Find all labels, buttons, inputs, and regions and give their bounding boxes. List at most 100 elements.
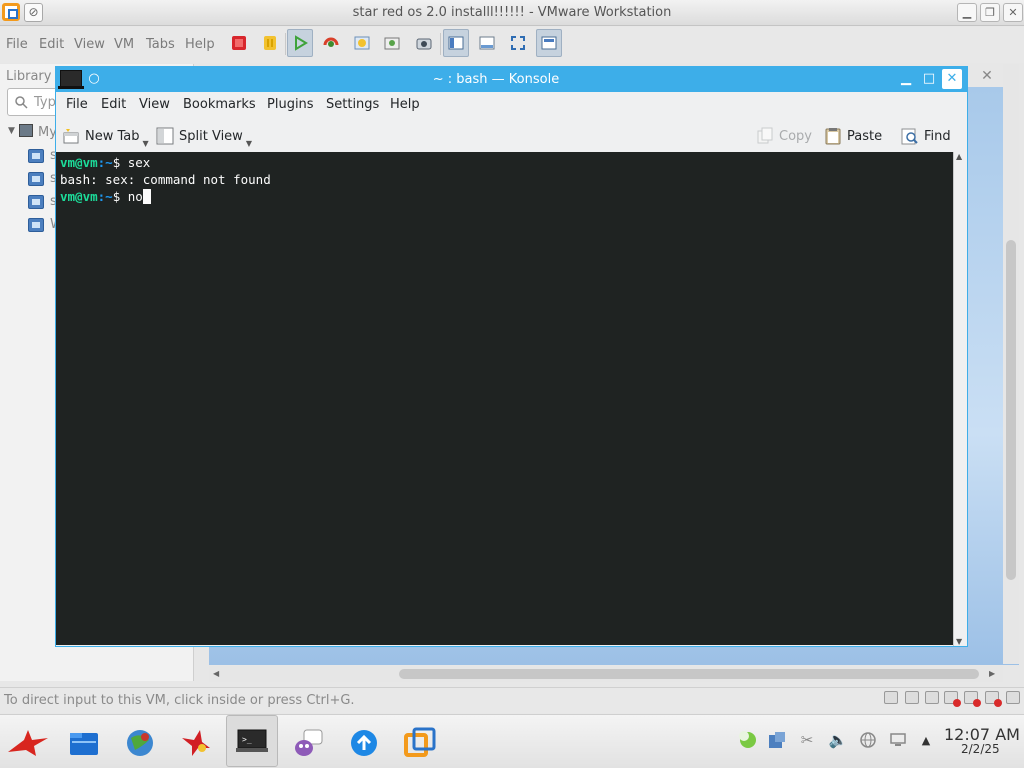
close-tab-icon[interactable]: ✕ xyxy=(975,66,999,86)
menu-file[interactable]: File xyxy=(6,37,28,52)
minimize-button[interactable]: ▁ xyxy=(896,69,916,89)
search-icon xyxy=(15,96,28,109)
library-title: Library xyxy=(6,69,52,84)
new-tab-button[interactable]: New Tab ▼ xyxy=(62,125,149,148)
vm-icon xyxy=(28,172,44,186)
network-disconnected-icon[interactable] xyxy=(944,691,961,707)
menu-edit[interactable]: Edit xyxy=(39,37,64,52)
terminal-area[interactable]: vm@vm:~$ sex bash: sex: command not foun… xyxy=(56,152,953,645)
computer-icon xyxy=(19,124,33,137)
show-library-icon[interactable] xyxy=(443,29,469,57)
vmware-icon[interactable] xyxy=(398,721,442,765)
thumbnail-bar-icon[interactable] xyxy=(474,29,500,57)
window-title: star red os 2.0 installl!!!!!! - VMware … xyxy=(352,5,672,20)
konsole-window: ○ ~ : bash — Konsole ▁ □ ✕ File Edit Vie… xyxy=(55,66,968,647)
snapshot-manager-icon[interactable] xyxy=(380,29,406,57)
power-off-icon[interactable] xyxy=(226,29,252,57)
menu-view[interactable]: View xyxy=(139,97,170,112)
pin-icon[interactable]: ⊘ xyxy=(24,3,43,22)
power-on-icon[interactable] xyxy=(287,29,313,57)
new-tab-icon xyxy=(62,127,80,145)
svg-text:>_: >_ xyxy=(242,735,252,744)
menu-help[interactable]: Help xyxy=(390,97,420,112)
find-button[interactable]: Find xyxy=(901,125,951,147)
usb-disconnected-icon[interactable] xyxy=(964,691,981,707)
menu-plugins[interactable]: Plugins xyxy=(267,97,314,112)
paste-button[interactable]: Paste xyxy=(824,125,882,147)
maximize-button[interactable]: ❐ xyxy=(980,3,1000,22)
menu-settings[interactable]: Settings xyxy=(326,97,379,112)
split-view-label: Split View xyxy=(179,128,243,144)
star-red-app-icon[interactable] xyxy=(174,721,218,765)
vm-horizontal-scrollbar[interactable]: ◀ ▶ xyxy=(209,666,1003,682)
fullscreen-icon[interactable] xyxy=(505,29,531,57)
chevron-down-icon[interactable]: ▼ xyxy=(143,139,149,148)
text-cursor xyxy=(142,189,151,204)
scissors-icon[interactable]: ✂ xyxy=(797,730,817,750)
menu-view[interactable]: View xyxy=(74,37,105,52)
find-icon xyxy=(901,127,919,145)
chat-app-icon[interactable] xyxy=(286,721,330,765)
konsole-icon[interactable]: >_ xyxy=(226,715,278,767)
terminal-line: vm@vm:~$ no xyxy=(60,188,953,205)
split-view-icon xyxy=(156,127,174,145)
chevron-down-icon[interactable]: ▼ xyxy=(246,139,252,148)
terminal-scrollbar[interactable]: ▲ ▼ xyxy=(953,152,967,646)
scroll-left-icon[interactable]: ◀ xyxy=(213,669,219,678)
printer-icon[interactable] xyxy=(1006,691,1020,704)
menu-help[interactable]: Help xyxy=(185,37,215,52)
scroll-down-icon[interactable]: ▼ xyxy=(956,637,962,646)
new-tab-label: New Tab xyxy=(85,128,140,144)
menu-edit[interactable]: Edit xyxy=(101,97,126,112)
star-red-launcher-icon[interactable] xyxy=(6,721,50,765)
menu-file[interactable]: File xyxy=(66,97,88,112)
minimize-button[interactable]: ▁ xyxy=(957,3,977,22)
keep-above-icon[interactable]: ○ xyxy=(85,70,103,88)
scroll-thumb[interactable] xyxy=(399,669,979,679)
scroll-thumb[interactable] xyxy=(1006,240,1016,580)
library-search-placeholder: Typ xyxy=(34,95,56,110)
clock-date[interactable]: 2/2/25 xyxy=(961,742,1000,756)
file-manager-icon[interactable] xyxy=(62,721,106,765)
vm-icon xyxy=(28,195,44,209)
maximize-button[interactable]: □ xyxy=(919,69,939,89)
sound-disconnected-icon[interactable] xyxy=(985,691,1002,707)
cdrom-icon[interactable] xyxy=(905,691,919,704)
terminal-icon[interactable] xyxy=(58,70,84,89)
snapshot-icon[interactable] xyxy=(318,29,344,57)
hdd-icon[interactable] xyxy=(884,691,898,704)
floppy-icon[interactable] xyxy=(925,691,939,704)
scroll-up-icon[interactable]: ▲ xyxy=(956,152,962,161)
menu-tabs[interactable]: Tabs xyxy=(146,37,175,52)
camera-icon[interactable] xyxy=(411,29,437,57)
network-status-icon[interactable] xyxy=(738,730,758,750)
tray-expand-icon[interactable]: ▲ xyxy=(916,730,936,750)
unity-view-icon[interactable] xyxy=(536,29,562,57)
copy-icon xyxy=(756,127,774,145)
volume-icon[interactable]: 🔈 xyxy=(828,730,848,750)
close-button[interactable]: ✕ xyxy=(942,69,962,89)
paste-label: Paste xyxy=(847,128,883,144)
web-browser-icon[interactable] xyxy=(118,721,162,765)
copy-button[interactable]: Copy xyxy=(756,125,812,147)
vm-vertical-scrollbar[interactable] xyxy=(1003,64,1019,664)
revert-snapshot-icon[interactable] xyxy=(349,29,375,57)
find-label: Find xyxy=(924,128,951,144)
split-view-button[interactable]: Split View ▼ xyxy=(156,125,252,148)
suspend-icon[interactable] xyxy=(257,29,283,57)
terminal-line: bash: sex: command not found xyxy=(60,172,271,187)
menu-bookmarks[interactable]: Bookmarks xyxy=(183,97,256,112)
scroll-right-icon[interactable]: ▶ xyxy=(989,669,995,678)
expand-arrow-icon[interactable]: ▼ xyxy=(8,126,15,136)
close-button[interactable]: ✕ xyxy=(1003,3,1023,22)
display-icon[interactable] xyxy=(888,730,908,750)
vmware-tools-icon[interactable] xyxy=(767,730,787,750)
status-text: To direct input to this VM, click inside… xyxy=(4,693,355,708)
vmware-app-icon[interactable] xyxy=(2,3,20,21)
globe-icon[interactable] xyxy=(858,730,878,750)
konsole-toolbar: New Tab ▼ Split View ▼ Copy Paste Find xyxy=(56,117,967,153)
app-store-icon[interactable] xyxy=(342,721,386,765)
copy-label: Copy xyxy=(779,128,812,144)
menu-vm[interactable]: VM xyxy=(114,37,134,52)
vm-icon xyxy=(28,218,44,232)
